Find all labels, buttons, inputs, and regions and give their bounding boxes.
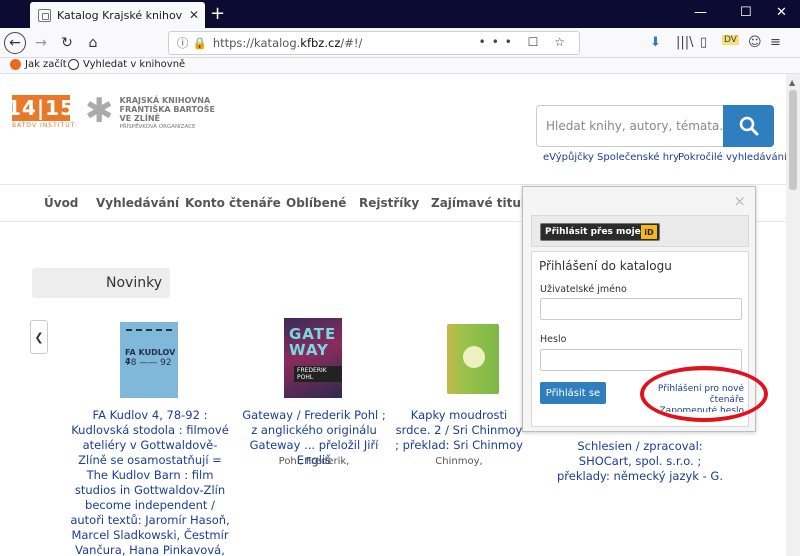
book-cover[interactable]: GATE WAY FREDERIK POHL: [284, 318, 342, 398]
search-button[interactable]: [723, 105, 774, 147]
firefox-icon: [10, 59, 21, 70]
logo-1415[interactable]: 14|15 BAŤOV INSTITUT: [7, 95, 76, 129]
book-title-text: Schlesien / zpracoval: SHOCart, spol. s.…: [557, 439, 723, 483]
login-title: Přihlášení do katalogu: [539, 259, 672, 273]
bookmark-label: Jak začít: [25, 59, 67, 70]
password-label: Heslo: [540, 334, 567, 345]
scroll-up-icon[interactable]: ▲: [789, 78, 795, 87]
menu-zajimave-tituly[interactable]: Zajímavé tituly: [431, 196, 533, 210]
bookmark-search-library[interactable]: Vyhledat v knihovně: [68, 59, 185, 70]
library-logo[interactable]: ✱ KRAJSKÁ KNIHOVNA FRANTIŠKA BARTOŠE VE …: [85, 91, 215, 132]
page-scrollbar[interactable]: ▲: [786, 74, 800, 556]
menu-rejstriky[interactable]: Rejstříky: [359, 196, 419, 210]
book-title-link[interactable]: FA Kudlov 4, 78-92 : Kudlovská stodola :…: [70, 408, 230, 556]
login-submit-button[interactable]: Přihlásit se: [540, 382, 606, 404]
chevron-left-icon: ❮: [34, 330, 44, 344]
url-scheme: https://katalog.: [212, 36, 301, 50]
bookmark-label: Vyhledat v knihovně: [83, 59, 186, 70]
account-icon[interactable]: ☺: [748, 35, 762, 50]
menu-konto-ctenare[interactable]: Konto čtenáře: [185, 196, 281, 210]
bookmark-getting-started[interactable]: Jak začít: [10, 59, 67, 70]
link-spolecenske-hry[interactable]: Společenské hry: [597, 152, 679, 163]
mojeid-label: Přihlásit přes mojeID: [545, 227, 652, 237]
page-favicon-icon: [38, 8, 51, 22]
library-icon[interactable]: |||\: [676, 35, 694, 50]
highlight-annotation: [640, 366, 768, 422]
scrollbar-thumb[interactable]: [789, 90, 797, 190]
menu-oblibene[interactable]: Oblíbené: [286, 196, 346, 210]
logo-1415-number: 14|15: [7, 95, 75, 121]
url-domain: kfbz.cz: [300, 36, 341, 50]
book-cover[interactable]: [447, 324, 499, 394]
library-name-line: VE ZLÍNĚ: [119, 114, 160, 123]
mojeid-panel: Přihlásit přes mojeID iD: [531, 215, 749, 247]
bookmarks-bar: Jak začít Vyhledat v knihovně: [0, 58, 800, 74]
new-tab-button[interactable]: +: [210, 4, 225, 24]
mojeid-login-button[interactable]: Přihlásit přes mojeID iD: [540, 223, 660, 241]
book-author: Chinmoy,: [435, 456, 483, 467]
username-input[interactable]: [540, 298, 742, 320]
carousel-prev-button[interactable]: ❮: [30, 320, 48, 354]
home-icon[interactable]: ⌂: [82, 32, 104, 54]
browser-titlebar: Katalog Krajské knihovny Franti ✕ + — ☐ …: [0, 0, 800, 28]
search-icon: [739, 116, 758, 136]
maximize-button[interactable]: ☐: [740, 5, 752, 20]
cover-text: GATE WAY: [289, 325, 337, 359]
menu-uvod[interactable]: Úvod: [44, 196, 78, 210]
link-evypujcky[interactable]: eVýpůjčky: [543, 152, 594, 163]
cover-text: 78 —— 92: [125, 358, 172, 368]
sidebar-icon[interactable]: ▯: [700, 35, 707, 50]
book-author: Pohl, Frederik,: [278, 456, 350, 467]
cover-text: FREDERIK POHL: [294, 366, 342, 382]
close-window-button[interactable]: ✕: [776, 5, 787, 20]
browser-tab[interactable]: Katalog Krajské knihovny Franti ✕: [30, 2, 205, 28]
tab-title: Katalog Krajské knihovny Franti: [57, 8, 183, 22]
menu-icon[interactable]: ≡: [770, 35, 781, 50]
logo-1415-sub: BAŤOV INSTITUT: [12, 122, 76, 129]
close-icon[interactable]: ×: [733, 192, 746, 210]
username-label: Uživatelské jméno: [540, 284, 627, 295]
cover-decoration: [463, 346, 485, 368]
book-cover[interactable]: FA KUDLOV 4 78 —— 92: [120, 322, 178, 398]
page-actions-menu-icon[interactable]: •••: [479, 35, 518, 49]
library-name-line: FRANTIŠKA BARTOŠE: [119, 105, 215, 114]
download-icon[interactable]: ⬇: [650, 35, 661, 50]
mojeid-icon: iD: [641, 225, 657, 239]
globe-icon: [68, 59, 79, 70]
asterisk-logo-icon: ✱: [85, 91, 114, 131]
novinky-heading: Novinky: [32, 268, 170, 298]
url-bar[interactable]: ⓘ 🔒 https://katalog. kfbz.cz/#!/ ••• ☐ ☆: [168, 31, 580, 55]
url-actions[interactable]: ••• ☐ ☆: [479, 35, 571, 49]
browser-navbar: ← → ↻ ⌂ ⓘ 🔒 https://katalog. kfbz.cz/#!/ …: [0, 28, 800, 58]
close-tab-icon[interactable]: ✕: [189, 8, 199, 22]
minimize-button[interactable]: —: [694, 5, 707, 20]
link-advanced-search[interactable]: Pokročilé vyhledávání: [678, 152, 787, 163]
search-input[interactable]: Hledat knihy, autory, témata...: [536, 105, 724, 147]
library-name-line: KRAJSKÁ KNIHOVNA: [119, 96, 211, 105]
book-title-link[interactable]: Kapky moudrosti srdce. 2 / Sri Chinmoy ;…: [394, 408, 524, 453]
book-title-link[interactable]: Schlesien / zpracoval: SHOCart, spol. s.…: [555, 439, 725, 484]
lock-icon: 🔒: [192, 36, 207, 50]
info-icon[interactable]: ⓘ: [177, 35, 189, 51]
back-button[interactable]: ←: [4, 32, 26, 54]
cover-decoration: [126, 329, 172, 332]
url-path: /#!/: [340, 36, 363, 50]
extension-dv-icon[interactable]: DV: [722, 35, 739, 45]
menu-vyhledavani[interactable]: Vyhledávání: [96, 196, 179, 210]
library-sub: PŘÍSPĚVKOVÁ ORGANIZACE: [119, 124, 196, 130]
reload-button[interactable]: ↻: [56, 32, 78, 54]
forward-button[interactable]: →: [30, 32, 52, 54]
library-name: KRAJSKÁ KNIHOVNA FRANTIŠKA BARTOŠE VE ZL…: [120, 96, 215, 132]
